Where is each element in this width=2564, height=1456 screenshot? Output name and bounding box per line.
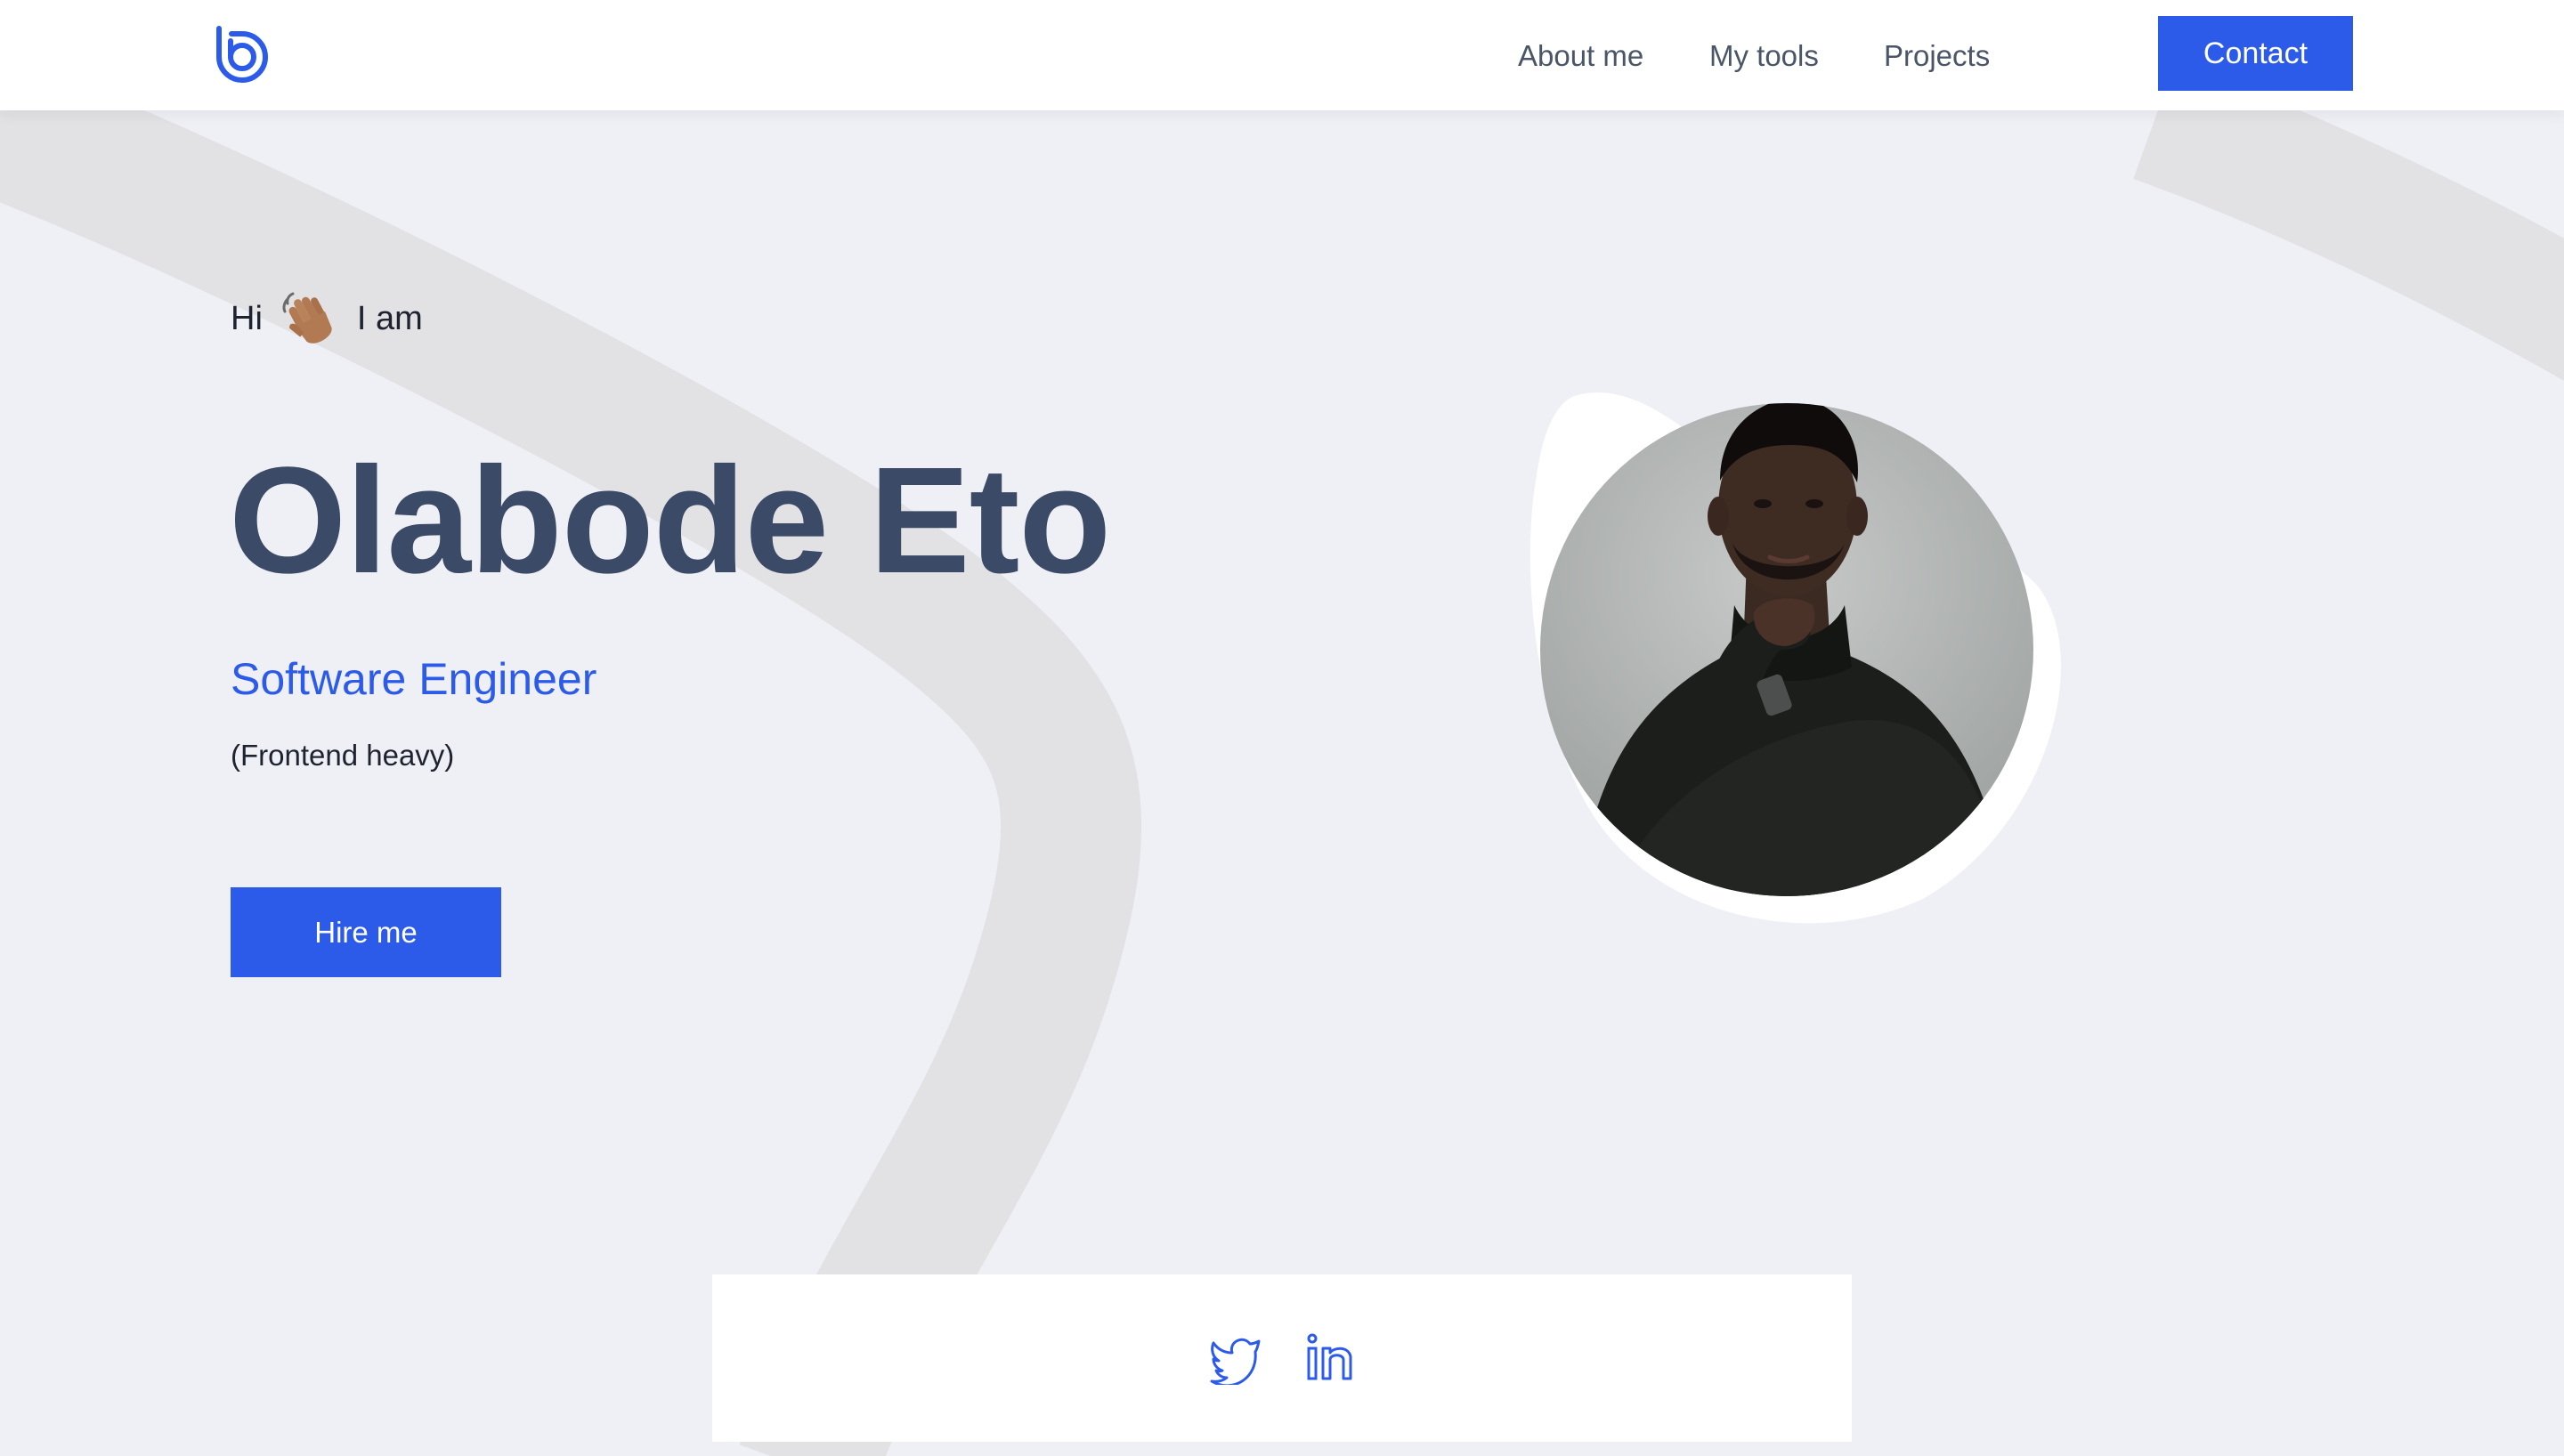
nav-projects[interactable]: Projects	[1884, 36, 1990, 77]
hero-role: Software Engineer	[231, 654, 597, 704]
linkedin-link[interactable]	[1302, 1331, 1355, 1385]
social-links-card	[712, 1274, 1852, 1442]
hero-subtitle: (Frontend heavy)	[231, 739, 455, 772]
background-swoosh	[0, 54, 2564, 1456]
greeting-prefix: Hi	[231, 299, 263, 337]
site-header: About me My tools Projects Contact	[0, 0, 2564, 110]
greeting: Hi I am	[231, 283, 423, 354]
waving-hand-icon	[282, 292, 332, 344]
landing-page: About me My tools Projects Contact Hi I …	[0, 0, 2564, 1456]
twitter-icon	[1210, 1338, 1261, 1385]
hero-name: Olabode Eto	[229, 436, 1111, 605]
hire-me-button[interactable]: Hire me	[231, 887, 501, 977]
nav-my-tools[interactable]: My tools	[1709, 36, 1819, 77]
portrait-section	[1513, 383, 2101, 934]
profile-photo	[1529, 392, 2061, 924]
nav-about-me[interactable]: About me	[1518, 36, 1643, 77]
greeting-suffix: I am	[356, 299, 423, 337]
linkedin-icon	[1307, 1333, 1352, 1380]
twitter-link[interactable]	[1209, 1331, 1262, 1385]
b-logo-icon[interactable]	[210, 21, 274, 85]
contact-button[interactable]: Contact	[2158, 16, 2353, 91]
